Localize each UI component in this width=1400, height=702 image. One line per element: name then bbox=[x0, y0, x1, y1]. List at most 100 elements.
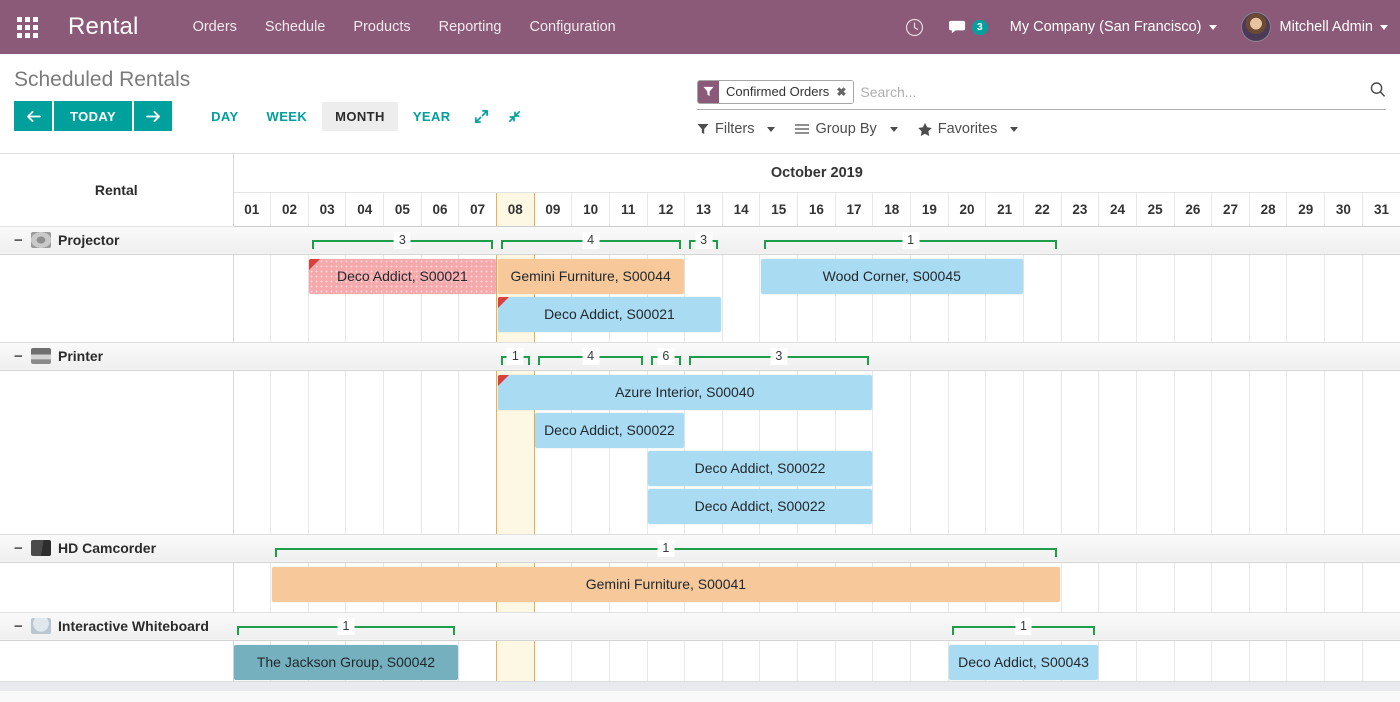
menu-item-orders[interactable]: Orders bbox=[179, 13, 251, 41]
gantt-cell-printer-19[interactable] bbox=[911, 370, 949, 534]
gantt-cell-projector-02[interactable] bbox=[271, 254, 309, 342]
today-button[interactable]: TODAY bbox=[54, 101, 132, 131]
minus-icon[interactable]: − bbox=[14, 232, 24, 249]
horizontal-scrollbar[interactable] bbox=[0, 681, 1400, 691]
filters-dropdown[interactable]: Filters bbox=[697, 121, 775, 137]
gantt-cell-projector-24[interactable] bbox=[1099, 254, 1137, 342]
gantt-cell-printer-31[interactable] bbox=[1362, 370, 1400, 534]
gantt-cell-projector-25[interactable] bbox=[1136, 254, 1174, 342]
gantt-cell-projector-27[interactable] bbox=[1212, 254, 1250, 342]
gantt-cell-printer-07[interactable] bbox=[459, 370, 497, 534]
gantt-group-toggle-projector[interactable]: −Projector bbox=[0, 232, 233, 249]
gantt-cell-printer-23[interactable] bbox=[1061, 370, 1099, 534]
magnifier-icon[interactable] bbox=[1361, 81, 1386, 103]
gantt-pill[interactable]: Wood Corner, S00045 bbox=[761, 259, 1023, 294]
gantt-cell-hd-camcorder-24[interactable] bbox=[1099, 562, 1137, 612]
favorites-dropdown[interactable]: Favorites bbox=[918, 121, 1019, 137]
activities-button[interactable] bbox=[893, 18, 936, 37]
messaging-button[interactable]: 3 bbox=[936, 19, 1000, 36]
gantt-cell-printer-20[interactable] bbox=[948, 370, 986, 534]
gantt-cell-printer-18[interactable] bbox=[873, 370, 911, 534]
gantt-cell-projector-14[interactable] bbox=[722, 254, 760, 342]
expand-rows-button[interactable] bbox=[466, 103, 497, 130]
gantt-cell-printer-21[interactable] bbox=[986, 370, 1024, 534]
gantt-cell-projector-01[interactable] bbox=[233, 254, 271, 342]
groupby-dropdown[interactable]: Group By bbox=[795, 121, 897, 137]
gantt-cell-projector-29[interactable] bbox=[1287, 254, 1325, 342]
gantt-day-header-07: 07 bbox=[459, 192, 497, 226]
gantt-pill[interactable]: Deco Addict, S00022 bbox=[535, 413, 684, 448]
gantt-cell-printer-25[interactable] bbox=[1136, 370, 1174, 534]
gantt-cell-printer-27[interactable] bbox=[1212, 370, 1250, 534]
gantt-cell-printer-28[interactable] bbox=[1249, 370, 1287, 534]
gantt-cell-hd-camcorder-27[interactable] bbox=[1212, 562, 1250, 612]
minus-icon[interactable]: − bbox=[14, 348, 24, 365]
gantt-cell-hd-camcorder-30[interactable] bbox=[1325, 562, 1363, 612]
gantt-pill[interactable]: The Jackson Group, S00042 bbox=[234, 645, 458, 680]
user-menu[interactable]: Mitchell Admin bbox=[1227, 12, 1388, 42]
gantt-cell-hd-camcorder-01[interactable] bbox=[233, 562, 271, 612]
gantt-cell-hd-camcorder-28[interactable] bbox=[1249, 562, 1287, 612]
scale-week-button[interactable]: WEEK bbox=[254, 102, 321, 131]
apps-menu-toggle[interactable] bbox=[0, 0, 54, 54]
gantt-pill[interactable]: Azure Interior, S00040 bbox=[498, 375, 872, 410]
gantt-cell-printer-01[interactable] bbox=[233, 370, 271, 534]
scale-day-button[interactable]: DAY bbox=[198, 102, 251, 131]
menu-item-reporting[interactable]: Reporting bbox=[425, 13, 516, 41]
gantt-pill[interactable]: Gemini Furniture, S00044 bbox=[498, 259, 684, 294]
gantt-cell-projector-28[interactable] bbox=[1249, 254, 1287, 342]
minus-icon[interactable]: − bbox=[14, 540, 24, 557]
prev-period-button[interactable] bbox=[14, 101, 52, 131]
gantt-cell-hd-camcorder-29[interactable] bbox=[1287, 562, 1325, 612]
app-brand[interactable]: Rental bbox=[68, 13, 139, 41]
gantt-pill[interactable]: Gemini Furniture, S00041 bbox=[272, 567, 1061, 602]
next-period-button[interactable] bbox=[134, 101, 172, 131]
availability-count: 1 bbox=[507, 348, 524, 365]
gantt-cell-projector-30[interactable] bbox=[1325, 254, 1363, 342]
gantt-cell-printer-06[interactable] bbox=[421, 370, 459, 534]
gantt-cell-printer-04[interactable] bbox=[346, 370, 384, 534]
menu-item-configuration[interactable]: Configuration bbox=[515, 13, 629, 41]
company-switcher[interactable]: My Company (San Francisco) bbox=[1000, 19, 1227, 35]
arrow-left-icon bbox=[26, 110, 41, 123]
gantt-cell-printer-26[interactable] bbox=[1174, 370, 1212, 534]
availability-bracket: 3 bbox=[689, 348, 869, 366]
gantt-pill[interactable]: Deco Addict, S00021 bbox=[309, 259, 495, 294]
minus-icon[interactable]: − bbox=[14, 618, 24, 635]
gantt-pill[interactable]: Deco Addict, S00043 bbox=[949, 645, 1098, 680]
gantt-pill[interactable]: Deco Addict, S00022 bbox=[648, 451, 872, 486]
gantt-cell-projector-23[interactable] bbox=[1061, 254, 1099, 342]
gantt-cell-projector-26[interactable] bbox=[1174, 254, 1212, 342]
gantt-pill[interactable]: Deco Addict, S00021 bbox=[498, 297, 722, 332]
gantt-cell-printer-22[interactable] bbox=[1023, 370, 1061, 534]
scale-month-button[interactable]: MONTH bbox=[322, 102, 398, 131]
gantt-cell-printer-03[interactable] bbox=[308, 370, 346, 534]
gantt-cell-printer-24[interactable] bbox=[1099, 370, 1137, 534]
menu-item-products[interactable]: Products bbox=[339, 13, 424, 41]
navbar-right-area: 3 My Company (San Francisco) Mitchell Ad… bbox=[893, 0, 1400, 54]
gantt-group-toggle-printer[interactable]: −Printer bbox=[0, 348, 233, 365]
gantt-cell-hd-camcorder-31[interactable] bbox=[1362, 562, 1400, 612]
control-panel-right: Confirmed Orders ✖ Filters bbox=[697, 54, 1400, 137]
gantt-cell-printer-29[interactable] bbox=[1287, 370, 1325, 534]
gantt-cell-printer-05[interactable] bbox=[384, 370, 422, 534]
scale-year-button[interactable]: YEAR bbox=[400, 102, 464, 131]
collapse-arrows-icon bbox=[507, 109, 522, 124]
gantt-group-toggle-hd-camcorder[interactable]: −HD Camcorder bbox=[0, 540, 233, 557]
gantt-cell-printer-02[interactable] bbox=[271, 370, 309, 534]
menu-item-schedule[interactable]: Schedule bbox=[251, 13, 339, 41]
gantt-cell-projector-31[interactable] bbox=[1362, 254, 1400, 342]
gantt-cell-hd-camcorder-25[interactable] bbox=[1136, 562, 1174, 612]
gantt-group-toggle-interactive-whiteboard[interactable]: −Interactive Whiteboard bbox=[0, 618, 233, 635]
gantt-cell-projector-22[interactable] bbox=[1023, 254, 1061, 342]
search-facet-confirmed-orders[interactable]: Confirmed Orders ✖ bbox=[697, 80, 854, 104]
facet-remove-icon[interactable]: ✖ bbox=[836, 85, 846, 99]
gantt-pill[interactable]: Deco Addict, S00022 bbox=[648, 489, 872, 524]
gantt-day-header-26: 26 bbox=[1174, 192, 1212, 226]
gantt-cell-printer-30[interactable] bbox=[1325, 370, 1363, 534]
search-input[interactable] bbox=[860, 84, 1361, 100]
gantt-cell-hd-camcorder-26[interactable] bbox=[1174, 562, 1212, 612]
gantt-cell-hd-camcorder-23[interactable] bbox=[1061, 562, 1099, 612]
gantt-day-header-04: 04 bbox=[346, 192, 384, 226]
collapse-rows-button[interactable] bbox=[499, 103, 530, 130]
